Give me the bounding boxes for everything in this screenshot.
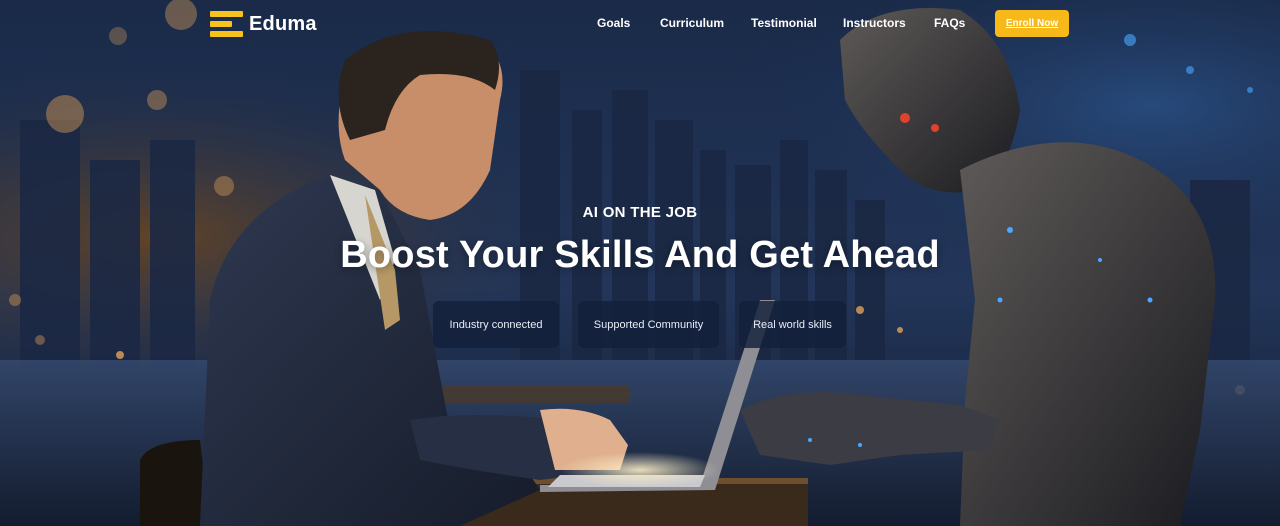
enroll-now-button[interactable]: Enroll Now	[995, 10, 1069, 37]
hero-eyebrow: AI ON THE JOB	[582, 204, 698, 221]
nav-link-instructors[interactable]: Instructors	[843, 16, 906, 30]
feature-pill-real-world-skills: Real world skills	[739, 301, 846, 348]
hero-headline: Boost Your Skills And Get Ahead	[340, 234, 940, 276]
nav-link-curriculum[interactable]: Curriculum	[660, 16, 724, 30]
feature-pill-industry-connected: Industry connected	[433, 301, 559, 348]
nav-link-goals[interactable]: Goals	[597, 16, 630, 30]
nav-links: Goals Curriculum Testimonial Instructors…	[0, 16, 1280, 34]
feature-pill-supported-community: Supported Community	[578, 301, 719, 348]
nav-link-faqs[interactable]: FAQs	[934, 16, 965, 30]
top-navigation-bar: Eduma Goals Curriculum Testimonial Instr…	[0, 0, 1280, 48]
nav-link-testimonial[interactable]: Testimonial	[751, 16, 817, 30]
